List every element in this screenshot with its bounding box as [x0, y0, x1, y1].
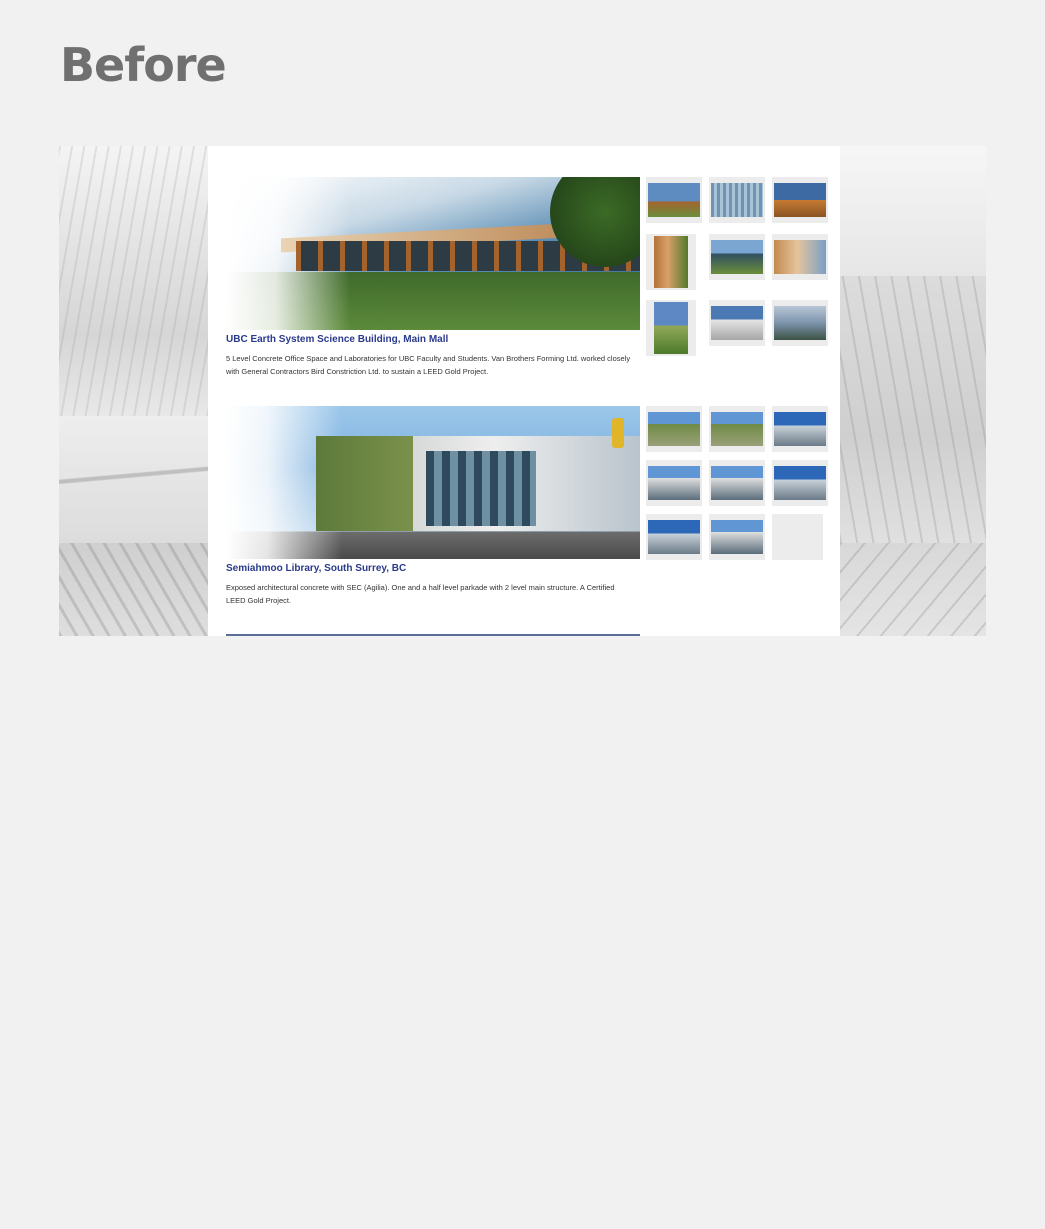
gallery-thumbnail[interactable] [772, 234, 828, 280]
gallery-thumbnail[interactable] [772, 406, 828, 452]
content-panel: UBC Earth System Science Building, Main … [208, 146, 840, 636]
gallery-thumbnail[interactable] [772, 177, 828, 223]
page-heading: Before [60, 38, 227, 92]
project-description: 5 Level Concrete Office Space and Labora… [226, 354, 631, 376]
gallery-thumbnail[interactable] [646, 460, 702, 506]
project-title: UBC Earth System Science Building, Main … [226, 334, 449, 345]
gallery-thumbnail[interactable] [772, 460, 828, 506]
gallery-thumbnail[interactable] [709, 514, 765, 560]
gallery-thumbnail[interactable] [709, 177, 765, 223]
gallery-thumbnail[interactable] [646, 177, 702, 223]
project-main-photo[interactable] [226, 177, 640, 330]
background-photo [59, 416, 208, 543]
gallery-thumbnail[interactable] [709, 406, 765, 452]
background-photo [840, 276, 986, 543]
before-screenshot: UBC Earth System Science Building, Main … [59, 146, 986, 636]
project-title: Semiahmoo Library, South Surrey, BC [226, 563, 407, 574]
gallery-thumbnail[interactable] [646, 300, 696, 356]
background-photo [59, 543, 208, 636]
gallery-thumbnail[interactable] [709, 234, 765, 280]
project-description: Exposed architectural concrete with SEC … [226, 583, 615, 605]
gallery-thumbnail[interactable] [646, 234, 696, 290]
background-photo [840, 146, 986, 276]
project-main-photo[interactable] [226, 406, 640, 559]
gallery-thumbnail[interactable] [709, 300, 765, 346]
gallery-thumbnail[interactable] [646, 406, 702, 452]
gallery-thumbnail[interactable] [709, 460, 765, 506]
gallery-thumbnail[interactable] [646, 514, 702, 560]
next-project-photo-edge [226, 634, 640, 636]
gallery-thumbnail[interactable] [772, 300, 828, 346]
background-photo [59, 146, 208, 416]
background-photo [840, 543, 986, 636]
gallery-thumbnail-empty [772, 514, 823, 560]
